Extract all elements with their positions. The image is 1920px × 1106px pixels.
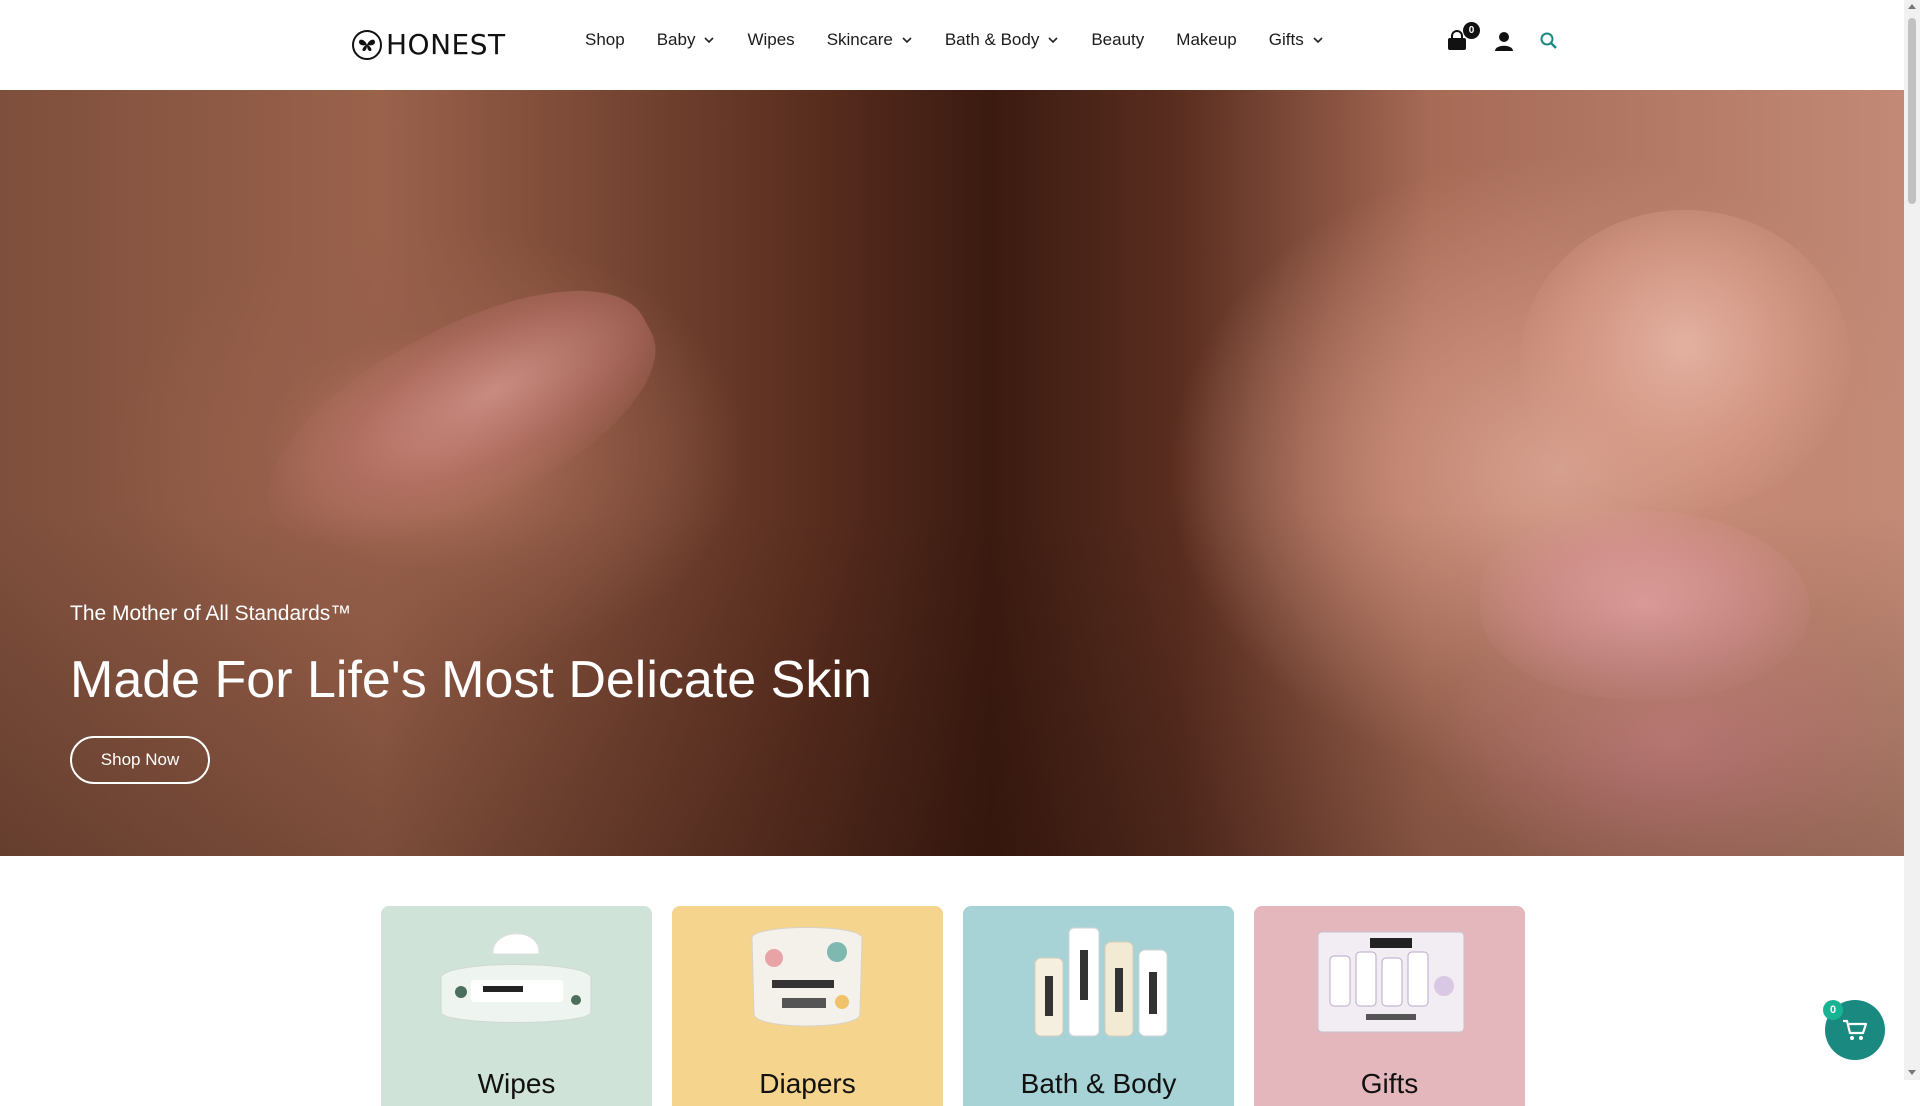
main-nav: Shop Baby Wipes Skincare Bath & Body Bea… [585, 30, 1324, 50]
category-label: Diapers [759, 1068, 856, 1099]
nav-item-makeup[interactable]: Makeup [1176, 30, 1236, 50]
hero-eyebrow: The Mother of All Standards™ [70, 602, 352, 625]
nav-label: Wipes [747, 30, 795, 49]
chevron-down-icon [704, 37, 715, 44]
user-icon[interactable] [1494, 31, 1514, 51]
brand-name: HONEST [386, 28, 506, 61]
nav-label: Baby [656, 30, 696, 49]
hero-overlay [0, 90, 1904, 856]
hero-banner: The Mother of All Standards™ Made For Li… [0, 90, 1904, 856]
nav-label: Skincare [826, 30, 893, 49]
chevron-down-icon [902, 37, 912, 44]
category-card-bath-body[interactable]: Bath & Body [963, 906, 1234, 1106]
page-scrollbar[interactable] [1904, 0, 1920, 1080]
gift-set-image [1317, 931, 1465, 1033]
category-label: Wipes [477, 1068, 556, 1099]
category-card-gifts[interactable]: Gifts [1254, 906, 1525, 1106]
scroll-thumb[interactable] [1908, 18, 1916, 204]
header-actions: 0 [1446, 22, 1558, 52]
nav-item-wipes[interactable]: Wipes [747, 30, 794, 50]
floating-cart-button[interactable]: 0 [1823, 1000, 1885, 1060]
chevron-down-icon [1048, 37, 1058, 44]
floating-cart-count-badge: 0 [1823, 1000, 1843, 1020]
category-cards: Wipes Diapers Bath & Body Gifts [381, 906, 1525, 1106]
chevron-down-icon [1313, 37, 1323, 44]
cart-icon [1843, 1019, 1868, 1040]
nav-label: Bath & Body [944, 30, 1040, 49]
bath-body-products-image [1034, 927, 1168, 1037]
nav-label: Gifts [1268, 30, 1304, 49]
nav-label: Shop [585, 30, 625, 49]
category-card-wipes[interactable]: Wipes [381, 906, 652, 1106]
cart-count-badge: 0 [1463, 22, 1480, 39]
scroll-up-arrow-icon[interactable] [1908, 4, 1916, 9]
nav-item-beauty[interactable]: Beauty [1091, 30, 1144, 50]
category-label: Gifts [1360, 1068, 1419, 1099]
category-label: Bath & Body [1020, 1068, 1177, 1099]
category-card-diapers[interactable]: Diapers [672, 906, 943, 1106]
wipes-pack-image [440, 933, 592, 1023]
site-header: HONEST Shop Baby Wipes Skincare Bath & B… [0, 0, 1904, 90]
shop-now-button[interactable]: Shop Now [70, 736, 210, 784]
scroll-down-arrow-icon[interactable] [1908, 1070, 1916, 1075]
brand-logo[interactable]: HONEST [352, 28, 506, 61]
search-icon[interactable] [1540, 32, 1558, 50]
nav-item-bath-body[interactable]: Bath & Body [945, 30, 1060, 50]
butterfly-logo-icon [352, 29, 382, 60]
nav-item-gifts[interactable]: Gifts [1269, 30, 1324, 50]
nav-item-skincare[interactable]: Skincare [827, 30, 913, 50]
nav-label: Makeup [1176, 30, 1237, 49]
hero-title: Made For Life's Most Delicate Skin [70, 651, 872, 709]
cart-button[interactable]: 0 [1446, 22, 1480, 52]
nav-item-shop[interactable]: Shop [585, 30, 625, 50]
nav-label: Beauty [1091, 30, 1145, 49]
nav-item-baby[interactable]: Baby [657, 30, 716, 50]
diapers-pack-image [751, 927, 863, 1027]
